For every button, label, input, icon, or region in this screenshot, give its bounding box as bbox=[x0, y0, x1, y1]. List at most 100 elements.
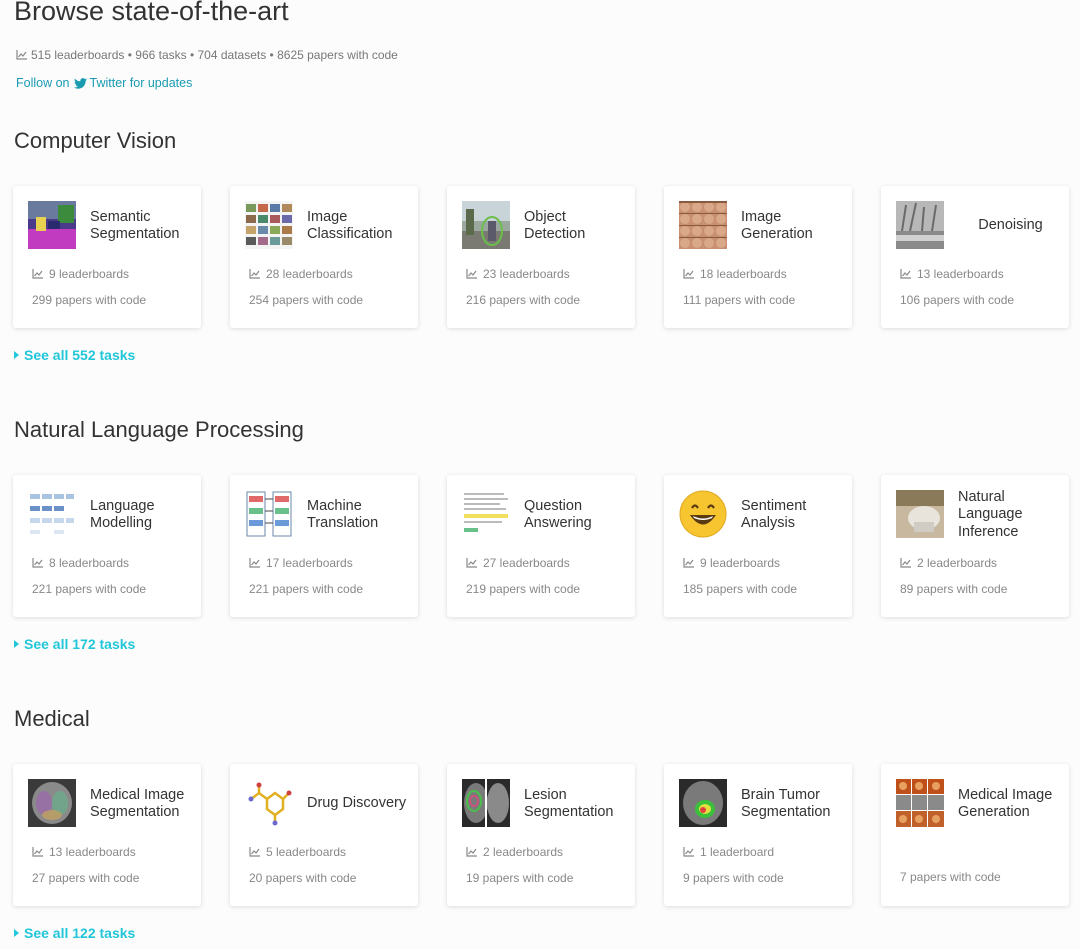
papers-count: 185 papers with code bbox=[683, 582, 798, 596]
leaderboard-count-text: 13 leaderboards bbox=[49, 845, 136, 859]
leaderboard-count-text: 27 leaderboards bbox=[483, 556, 570, 570]
chart-icon bbox=[32, 558, 43, 568]
chart-icon bbox=[900, 269, 911, 279]
chart-icon bbox=[683, 847, 694, 857]
chart-icon bbox=[683, 269, 694, 279]
leaderboard-count-text: 13 leaderboards bbox=[917, 267, 1004, 281]
leaderboard-count-text: 17 leaderboards bbox=[266, 556, 353, 570]
task-name: Medical Image Segmentation bbox=[90, 786, 185, 821]
task-name: Denoising bbox=[978, 217, 1043, 234]
street-scene-thumbnail bbox=[462, 201, 510, 249]
task-card[interactable]: Medical Image Generation 7 papers with c… bbox=[881, 764, 1069, 906]
leaderboard-count-text: 2 leaderboards bbox=[917, 556, 998, 570]
leaderboard-count: 13 leaderboards bbox=[32, 845, 136, 859]
leaderboard-count: 9 leaderboards bbox=[32, 267, 129, 281]
task-card[interactable]: Lesion Segmentation 2 leaderboards 19 pa… bbox=[447, 764, 635, 906]
smiley-face-thumbnail bbox=[679, 490, 727, 538]
task-card[interactable]: Denoising 13 leaderboards 106 papers wit… bbox=[881, 186, 1069, 328]
leaderboard-count: 23 leaderboards bbox=[466, 267, 570, 281]
site-stats: 515 leaderboards • 966 tasks • 704 datas… bbox=[16, 48, 398, 62]
papers-count: 111 papers with code bbox=[683, 293, 796, 307]
leaderboard-count: 2 leaderboards bbox=[466, 845, 563, 859]
card-row-computer-vision: Semantic Segmentation 9 leaderboards 299… bbox=[13, 186, 1080, 328]
leaderboard-count: 13 leaderboards bbox=[900, 267, 1004, 281]
tumor-scan-thumbnail bbox=[679, 779, 727, 827]
image-grid-thumbnail bbox=[245, 201, 293, 249]
chart-icon bbox=[32, 269, 43, 279]
leaderboard-count: 18 leaderboards bbox=[683, 267, 787, 281]
see-all-tasks-link[interactable]: See all 122 tasks bbox=[14, 925, 135, 941]
text-passage-thumbnail bbox=[462, 490, 510, 538]
leaderboard-count: 27 leaderboards bbox=[466, 556, 570, 570]
segmentation-thumbnail bbox=[28, 201, 76, 249]
task-card[interactable]: Question Answering 27 leaderboards 219 p… bbox=[447, 475, 635, 617]
task-name: Question Answering bbox=[524, 497, 592, 532]
task-card[interactable]: Image Generation 18 leaderboards 111 pap… bbox=[664, 186, 852, 328]
leaderboard-count: 8 leaderboards bbox=[32, 556, 129, 570]
leaderboard-count-text: 2 leaderboards bbox=[483, 845, 564, 859]
task-name: Machine Translation bbox=[307, 497, 379, 532]
twitter-icon bbox=[73, 77, 87, 89]
leaderboard-count: 1 leaderboard bbox=[683, 845, 774, 859]
leaderboard-count: 2 leaderboards bbox=[900, 556, 997, 570]
follow-prefix: Follow on bbox=[16, 76, 70, 90]
card-row-medical: Medical Image Segmentation 13 leaderboar… bbox=[13, 764, 1080, 906]
task-card[interactable]: Semantic Segmentation 9 leaderboards 299… bbox=[13, 186, 201, 328]
papers-count: 9 papers with code bbox=[683, 871, 784, 885]
twitter-follow-link[interactable]: Follow on Twitter for updates bbox=[16, 76, 192, 90]
task-card[interactable]: Language Modelling 8 leaderboards 221 pa… bbox=[13, 475, 201, 617]
faces-grid-thumbnail bbox=[679, 201, 727, 249]
task-name: Image Classification bbox=[307, 208, 393, 243]
task-name: Medical Image Generation bbox=[958, 786, 1053, 821]
section-title-computer-vision: Computer Vision bbox=[14, 128, 177, 153]
follow-suffix: Twitter for updates bbox=[89, 76, 193, 90]
leaderboard-count-text: 28 leaderboards bbox=[266, 267, 353, 281]
token-diagram-thumbnail bbox=[28, 490, 76, 538]
chart-icon bbox=[249, 847, 260, 857]
caret-right-icon bbox=[14, 929, 19, 937]
task-card[interactable]: Natural Language Inference 2 leaderboard… bbox=[881, 475, 1069, 617]
task-name: Brain Tumor Segmentation bbox=[741, 786, 831, 821]
brain-scan-thumbnail bbox=[28, 779, 76, 827]
leaderboard-count-text: 18 leaderboards bbox=[700, 267, 787, 281]
task-card[interactable]: Machine Translation 17 leaderboards 221 … bbox=[230, 475, 418, 617]
task-card[interactable]: Object Detection 23 leaderboards 216 pap… bbox=[447, 186, 635, 328]
task-name: Drug Discovery bbox=[307, 795, 407, 812]
leaderboard-count-text: 1 leaderboard bbox=[700, 845, 775, 859]
papers-count: 19 papers with code bbox=[466, 871, 574, 885]
leaderboard-count-text: 23 leaderboards bbox=[483, 267, 570, 281]
task-name: Object Detection bbox=[524, 208, 586, 243]
task-card[interactable]: Sentiment Analysis 9 leaderboards 185 pa… bbox=[664, 475, 852, 617]
chart-icon bbox=[466, 847, 477, 857]
task-card[interactable]: Medical Image Segmentation 13 leaderboar… bbox=[13, 764, 201, 906]
chart-icon bbox=[900, 558, 911, 568]
lesion-scan-thumbnail bbox=[462, 779, 510, 827]
leaderboard-count-text: 9 leaderboards bbox=[700, 556, 781, 570]
chart-icon bbox=[683, 558, 694, 568]
papers-count: 27 papers with code bbox=[32, 871, 140, 885]
translation-diagram-thumbnail bbox=[245, 490, 293, 538]
leaderboard-count-text: 5 leaderboards bbox=[266, 845, 347, 859]
leaderboard-count: 28 leaderboards bbox=[249, 267, 353, 281]
noisy-photo-thumbnail bbox=[896, 201, 944, 249]
task-name: Semantic Segmentation bbox=[90, 208, 180, 243]
see-all-label: See all 122 tasks bbox=[24, 925, 136, 941]
task-card[interactable]: Drug Discovery 5 leaderboards 20 papers … bbox=[230, 764, 418, 906]
papers-count: 299 papers with code bbox=[32, 293, 147, 307]
task-card[interactable]: Image Classification 28 leaderboards 254… bbox=[230, 186, 418, 328]
card-row-nlp: Language Modelling 8 leaderboards 221 pa… bbox=[13, 475, 1080, 617]
chart-icon bbox=[16, 50, 27, 60]
papers-count: 221 papers with code bbox=[249, 582, 364, 596]
papers-count: 216 papers with code bbox=[466, 293, 581, 307]
page-title: Browse state-of-the-art bbox=[14, 0, 289, 26]
leaderboard-count: 5 leaderboards bbox=[249, 845, 346, 859]
task-name: Sentiment Analysis bbox=[741, 497, 807, 532]
leaderboard-count: 17 leaderboards bbox=[249, 556, 353, 570]
task-card[interactable]: Brain Tumor Segmentation 1 leaderboard 9… bbox=[664, 764, 852, 906]
section-title-medical: Medical bbox=[14, 706, 90, 731]
see-all-tasks-link[interactable]: See all 172 tasks bbox=[14, 636, 135, 652]
see-all-tasks-link[interactable]: See all 552 tasks bbox=[14, 347, 135, 363]
papers-count: 89 papers with code bbox=[900, 582, 1008, 596]
photo-thumbnail bbox=[896, 490, 944, 538]
task-name: Lesion Segmentation bbox=[524, 786, 614, 821]
